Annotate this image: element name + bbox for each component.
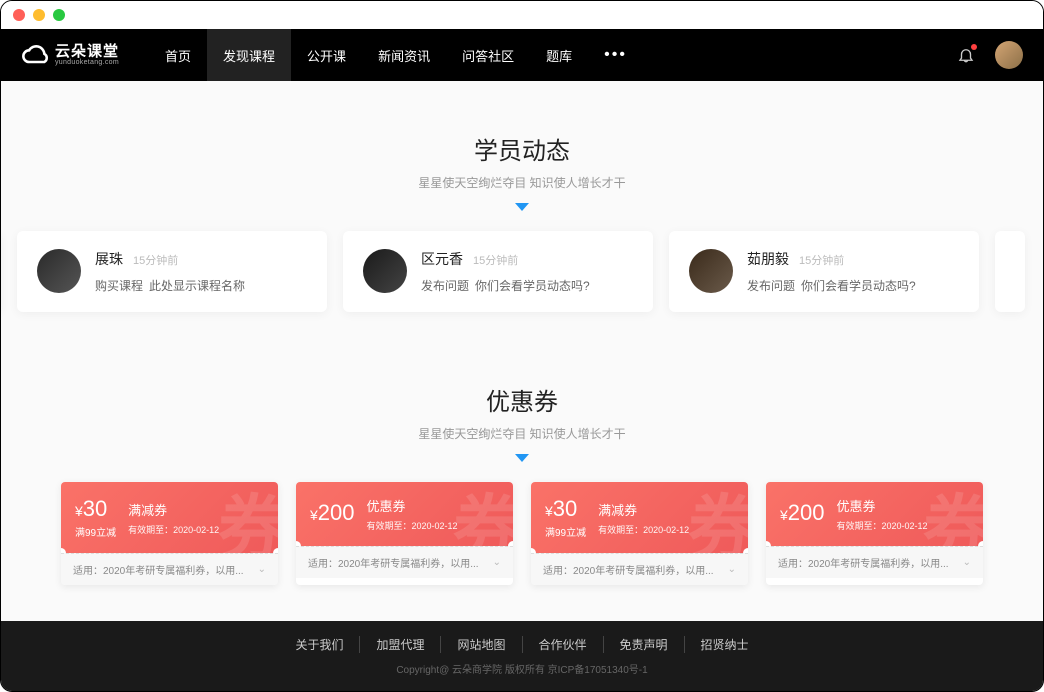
footer-link-partners[interactable]: 合作伙伴 bbox=[523, 636, 604, 653]
coupon-bg-char: 券 bbox=[218, 482, 278, 553]
coupon-condition: 满99立减 bbox=[545, 524, 586, 539]
logo-subtext: yunduoketang.com bbox=[55, 59, 119, 66]
coupon-apply-text: 适用：2020年考研专属福利券，以用... bbox=[543, 562, 714, 577]
coupon-apply-row[interactable]: 适用：2020年考研专属福利券，以用... ⌄ bbox=[766, 546, 983, 578]
coupon-amount: 30 bbox=[83, 496, 107, 521]
chevron-down-icon: ⌄ bbox=[728, 564, 736, 575]
activity-card[interactable]: 茹朋毅 15分钟前 发布问题你们会看学员动态吗? bbox=[669, 231, 979, 312]
user-avatar-small bbox=[363, 249, 407, 293]
maximize-window-button[interactable] bbox=[53, 9, 65, 21]
footer-links: 关于我们 加盟代理 网站地图 合作伙伴 免责声明 招贤纳士 bbox=[279, 636, 764, 653]
footer-copyright: Copyright@ 云朵商学院 版权所有 京ICP备17051340号-1 bbox=[396, 661, 647, 676]
coupon-card[interactable]: 券 ¥30 满99立减 满减券 有效期至：2020-02-12 适用：2020年… bbox=[531, 482, 748, 585]
nav-more-button[interactable]: ••• bbox=[588, 29, 643, 81]
footer-link-careers[interactable]: 招贤纳士 bbox=[685, 636, 765, 653]
footer-link-disclaimer[interactable]: 免责声明 bbox=[604, 636, 685, 653]
activity-subtitle: 星星使天空绚烂夺目 知识使人增长才干 bbox=[1, 174, 1043, 191]
student-activity-section: 学员动态 星星使天空绚烂夺目 知识使人增长才干 展珠 15分钟前 购买课程此处显… bbox=[1, 81, 1043, 332]
coupons-title: 优惠券 bbox=[1, 382, 1043, 417]
activity-cards-row: 展珠 15分钟前 购买课程此处显示课程名称 区元香 15分钟前 bbox=[1, 211, 1043, 332]
chevron-down-icon: ⌄ bbox=[493, 557, 501, 568]
activity-user-name: 区元香 bbox=[421, 249, 463, 269]
activity-title: 学员动态 bbox=[1, 131, 1043, 166]
app-window: 云朵课堂 yunduoketang.com 首页 发现课程 公开课 新闻资讯 问… bbox=[0, 0, 1044, 692]
notifications-button[interactable] bbox=[957, 46, 975, 64]
activity-card[interactable]: 区元香 15分钟前 发布问题你们会看学员动态吗? bbox=[343, 231, 653, 312]
nav-question-bank[interactable]: 题库 bbox=[530, 29, 588, 81]
logo[interactable]: 云朵课堂 yunduoketang.com bbox=[21, 41, 119, 69]
activity-desc: 发布问题你们会看学员动态吗? bbox=[421, 277, 633, 294]
coupon-apply-text: 适用：2020年考研专属福利券，以用... bbox=[73, 562, 244, 577]
coupon-apply-text: 适用：2020年考研专属福利券，以用... bbox=[308, 555, 479, 570]
user-avatar-small bbox=[689, 249, 733, 293]
coupon-amount: 200 bbox=[788, 500, 825, 525]
nav-open-courses[interactable]: 公开课 bbox=[291, 29, 362, 81]
coupon-apply-text: 适用：2020年考研专属福利券，以用... bbox=[778, 555, 949, 570]
activity-time: 15分钟前 bbox=[799, 252, 844, 268]
coupon-amount: 30 bbox=[553, 496, 577, 521]
coupon-amount: 200 bbox=[318, 500, 355, 525]
activity-desc: 购买课程此处显示课程名称 bbox=[95, 277, 307, 294]
coupon-condition: 满99立减 bbox=[75, 524, 116, 539]
footer: 关于我们 加盟代理 网站地图 合作伙伴 免责声明 招贤纳士 Copyright@… bbox=[1, 621, 1043, 691]
user-avatar[interactable] bbox=[995, 41, 1023, 69]
activity-desc: 发布问题你们会看学员动态吗? bbox=[747, 277, 959, 294]
coupon-bg-char: 券 bbox=[453, 482, 513, 546]
window-titlebar bbox=[1, 1, 1043, 29]
main-content: 学员动态 星星使天空绚烂夺目 知识使人增长才干 展珠 15分钟前 购买课程此处显… bbox=[1, 81, 1043, 621]
coupon-bg-char: 券 bbox=[688, 482, 748, 553]
activity-time: 15分钟前 bbox=[473, 252, 518, 268]
coupon-card[interactable]: 券 ¥200 优惠券 有效期至：2020-02-12 适用：2020年考研专属福… bbox=[296, 482, 513, 585]
activity-card[interactable]: 展珠 15分钟前 购买课程此处显示课程名称 bbox=[17, 231, 327, 312]
triangle-down-icon bbox=[515, 454, 529, 462]
coupons-subtitle: 星星使天空绚烂夺目 知识使人增长才干 bbox=[1, 425, 1043, 442]
footer-link-about[interactable]: 关于我们 bbox=[279, 636, 360, 653]
coupon-apply-row[interactable]: 适用：2020年考研专属福利券，以用... ⌄ bbox=[61, 553, 278, 585]
close-window-button[interactable] bbox=[13, 9, 25, 21]
coupon-apply-row[interactable]: 适用：2020年考研专属福利券，以用... ⌄ bbox=[531, 553, 748, 585]
coupon-expire: 有效期至：2020-02-12 bbox=[367, 519, 499, 532]
minimize-window-button[interactable] bbox=[33, 9, 45, 21]
coupons-row: 券 ¥30 满99立减 满减券 有效期至：2020-02-12 适用：2020年… bbox=[1, 462, 1043, 615]
coupon-card[interactable]: 券 ¥30 满99立减 满减券 有效期至：2020-02-12 适用：2020年… bbox=[61, 482, 278, 585]
nav-news[interactable]: 新闻资讯 bbox=[362, 29, 446, 81]
coupon-bg-char: 券 bbox=[923, 482, 983, 546]
footer-link-sitemap[interactable]: 网站地图 bbox=[441, 636, 522, 653]
notification-badge bbox=[971, 44, 977, 50]
coupon-expire: 有效期至：2020-02-12 bbox=[128, 523, 264, 536]
footer-link-franchise[interactable]: 加盟代理 bbox=[360, 636, 441, 653]
activity-user-name: 茹朋毅 bbox=[747, 249, 789, 269]
main-nav: 首页 发现课程 公开课 新闻资讯 问答社区 题库 ••• bbox=[149, 29, 643, 81]
coupons-section: 优惠券 星星使天空绚烂夺目 知识使人增长才干 券 ¥30 满99立减 满减券 有… bbox=[1, 332, 1043, 615]
nav-discover-courses[interactable]: 发现课程 bbox=[207, 29, 291, 81]
chevron-down-icon: ⌄ bbox=[963, 557, 971, 568]
activity-user-name: 展珠 bbox=[95, 249, 123, 269]
nav-qa-community[interactable]: 问答社区 bbox=[446, 29, 530, 81]
coupon-apply-row[interactable]: 适用：2020年考研专属福利券，以用... ⌄ bbox=[296, 546, 513, 578]
top-navbar: 云朵课堂 yunduoketang.com 首页 发现课程 公开课 新闻资讯 问… bbox=[1, 29, 1043, 81]
coupon-card[interactable]: 券 ¥200 优惠券 有效期至：2020-02-12 适用：2020年考研专属福… bbox=[766, 482, 983, 585]
coupon-expire: 有效期至：2020-02-12 bbox=[837, 519, 969, 532]
cloud-logo-icon bbox=[21, 41, 49, 69]
nav-home[interactable]: 首页 bbox=[149, 29, 207, 81]
logo-text: 云朵课堂 bbox=[55, 44, 119, 59]
chevron-down-icon: ⌄ bbox=[258, 564, 266, 575]
activity-card-partial-right[interactable] bbox=[995, 231, 1025, 312]
user-avatar-small bbox=[37, 249, 81, 293]
triangle-down-icon bbox=[515, 203, 529, 211]
activity-time: 15分钟前 bbox=[133, 252, 178, 268]
coupon-expire: 有效期至：2020-02-12 bbox=[598, 523, 734, 536]
